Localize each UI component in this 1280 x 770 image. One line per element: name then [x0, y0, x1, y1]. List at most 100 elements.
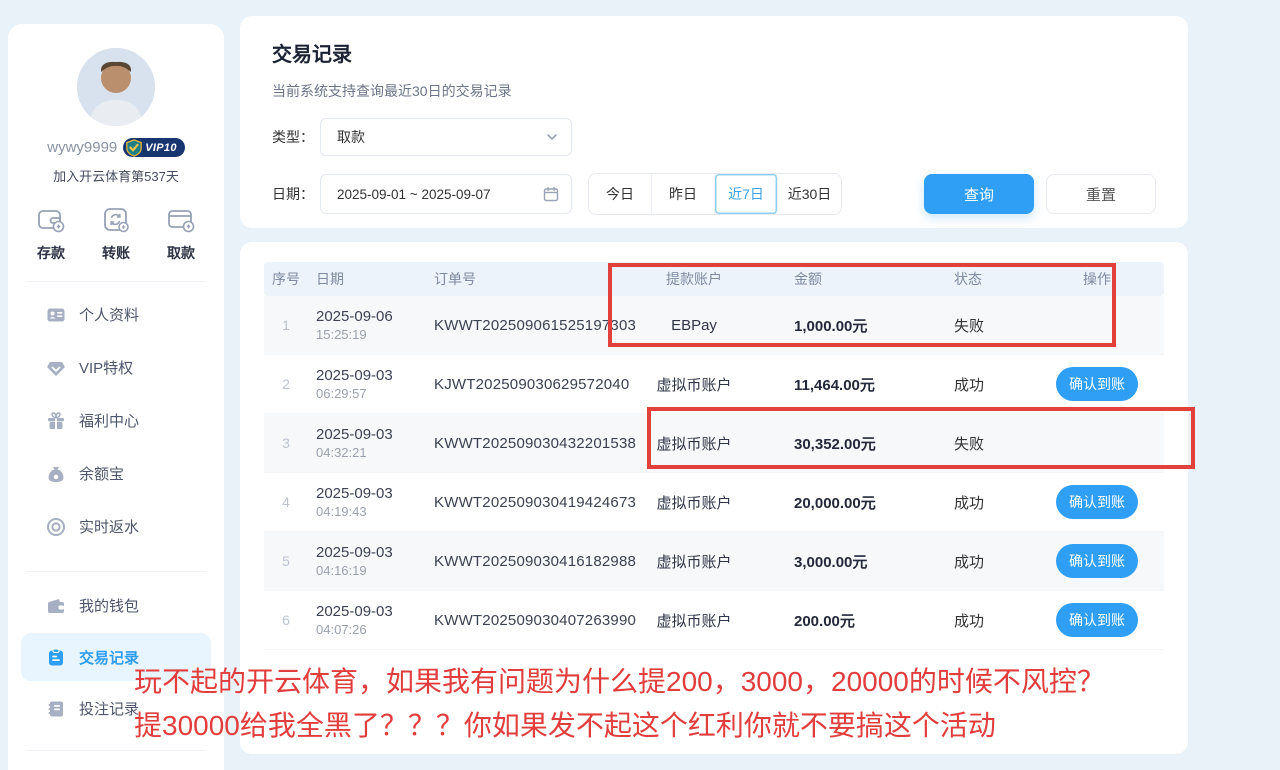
row-status: 成功: [938, 551, 1030, 572]
bet-record-icon: [46, 699, 66, 719]
sidebar-item-transactions[interactable]: 交易记录: [21, 633, 211, 681]
sidebar-item-label: 个人资料: [79, 304, 139, 325]
sidebar-item-label: VIP特权: [79, 357, 133, 378]
col-header-account: 提款账户: [610, 269, 778, 289]
transfer-label: 转账: [102, 243, 130, 263]
row-time-value: 04:19:43: [316, 504, 426, 519]
chevron-down-icon: [545, 130, 559, 144]
row-date-value: 2025-09-03: [316, 544, 426, 561]
row-order-number: KWWT202509030419424673: [426, 494, 610, 511]
search-button[interactable]: 查询: [924, 174, 1034, 214]
row-action: 确认到账: [1030, 603, 1164, 637]
row-status: 成功: [938, 374, 1030, 395]
sidebar-item-rebate[interactable]: 实时返水: [8, 500, 224, 553]
row-order-number: KWWT202509061525197303: [426, 317, 610, 334]
row-index: 2: [264, 376, 308, 392]
date-label: 日期：: [272, 184, 320, 204]
date-range-value: 2025-09-01 ~ 2025-09-07: [337, 187, 543, 202]
table-row: 6 2025-09-03 04:07:26 KWWT20250903040726…: [264, 591, 1164, 650]
page-title: 交易记录: [272, 38, 1156, 67]
sidebar-divider: [26, 571, 206, 572]
row-date: 2025-09-03 04:32:21: [308, 426, 426, 460]
type-select-value: 取款: [337, 127, 545, 147]
deposit-icon: [36, 205, 66, 235]
row-date-value: 2025-09-03: [316, 367, 426, 384]
date-range-input[interactable]: 2025-09-01 ~ 2025-09-07: [320, 174, 572, 214]
confirm-arrival-button[interactable]: 确认到账: [1056, 485, 1138, 519]
vip-badge: VIP10: [123, 138, 184, 157]
sidebar-item-yuebao[interactable]: 余额宝: [8, 447, 224, 500]
sidebar-menu-secondary: 我的钱包 交易记录 投注记录: [8, 578, 224, 736]
row-action: 确认到账: [1030, 544, 1164, 578]
table-row: 1 2025-09-06 15:25:19 KWWT20250906152519…: [264, 296, 1164, 355]
avatar[interactable]: [77, 48, 155, 126]
row-time-value: 04:16:19: [316, 563, 426, 578]
row-order-number: KWWT202509030432201538: [426, 435, 610, 452]
type-select[interactable]: 取款: [320, 118, 572, 156]
range-7days-button[interactable]: 近7日: [715, 174, 778, 214]
calendar-icon[interactable]: [543, 186, 559, 202]
table-row: 3 2025-09-03 04:32:21 KWWT20250903043220…: [264, 414, 1164, 473]
sidebar-item-label: 福利中心: [79, 410, 139, 431]
row-status: 成功: [938, 492, 1030, 513]
transactions-table-panel: 序号 日期 订单号 提款账户 金额 状态 操作 1 2025-09-06 15:…: [240, 242, 1188, 754]
sidebar-item-label: 实时返水: [79, 516, 139, 537]
table-row: 5 2025-09-03 04:16:19 KWWT20250903041618…: [264, 532, 1164, 591]
row-amount: 11,464.00元: [778, 374, 938, 395]
col-header-order: 订单号: [426, 269, 610, 289]
row-date: 2025-09-03 06:29:57: [308, 367, 426, 401]
row-status: 失败: [938, 315, 1030, 336]
row-date-value: 2025-09-06: [316, 308, 426, 325]
row-order-number: KWWT202509030416182988: [426, 553, 610, 570]
date-filter-row: 日期： 2025-09-01 ~ 2025-09-07 今日 昨日 近7日 近3…: [272, 173, 1156, 215]
row-status: 成功: [938, 610, 1030, 631]
col-header-no: 序号: [264, 269, 308, 289]
transfer-button[interactable]: 转账: [101, 205, 131, 263]
sidebar-divider: [26, 281, 206, 282]
wallet-icon: [46, 596, 66, 616]
sidebar-item-vip[interactable]: VIP特权: [8, 341, 224, 394]
row-account: 虚拟币账户: [610, 492, 778, 513]
row-date: 2025-09-03 04:19:43: [308, 485, 426, 519]
sidebar-item-profile[interactable]: 个人资料: [8, 288, 224, 341]
confirm-arrival-button[interactable]: 确认到账: [1056, 544, 1138, 578]
diamond-icon: [46, 358, 66, 378]
sidebar-item-label: 交易记录: [79, 647, 139, 668]
row-status: 失败: [938, 433, 1030, 454]
vip-level-label: VIP10: [145, 142, 176, 154]
range-today-button[interactable]: 今日: [589, 174, 652, 214]
rebate-icon: [46, 517, 66, 537]
sidebar: wywy9999 VIP10 加入开云体育第537天 存款: [8, 24, 224, 770]
sidebar-divider: [26, 750, 206, 751]
col-header-amount: 金额: [778, 269, 938, 289]
type-filter-row: 类型： 取款: [272, 118, 1156, 156]
row-index: 4: [264, 494, 308, 510]
confirm-arrival-button[interactable]: 确认到账: [1056, 603, 1138, 637]
avatar-image: [77, 48, 155, 126]
type-label: 类型：: [272, 127, 320, 147]
table-header-row: 序号 日期 订单号 提款账户 金额 状态 操作: [264, 262, 1164, 296]
withdraw-button[interactable]: 取款: [166, 205, 196, 263]
sidebar-item-wallet[interactable]: 我的钱包: [8, 578, 224, 633]
row-order-number: KWWT202509030407263990: [426, 612, 610, 629]
range-yesterday-button[interactable]: 昨日: [652, 174, 715, 214]
row-account: 虚拟币账户: [610, 551, 778, 572]
reset-button[interactable]: 重置: [1046, 174, 1156, 214]
sidebar-item-welfare[interactable]: 福利中心: [8, 394, 224, 447]
row-date-value: 2025-09-03: [316, 485, 426, 502]
row-date: 2025-09-03 04:16:19: [308, 544, 426, 578]
profile-card-icon: [46, 305, 66, 325]
row-index: 3: [264, 435, 308, 451]
range-30days-button[interactable]: 近30日: [778, 174, 841, 214]
withdraw-icon: [166, 205, 196, 235]
row-time-value: 06:29:57: [316, 386, 426, 401]
row-time-value: 15:25:19: [316, 327, 426, 342]
deposit-button[interactable]: 存款: [36, 205, 66, 263]
confirm-arrival-button[interactable]: 确认到账: [1056, 367, 1138, 401]
row-date: 2025-09-06 15:25:19: [308, 308, 426, 342]
row-action: 确认到账: [1030, 367, 1164, 401]
col-header-action: 操作: [1030, 269, 1164, 289]
row-amount: 30,352.00元: [778, 433, 938, 454]
vip-shield-icon: [125, 139, 143, 157]
sidebar-item-bets[interactable]: 投注记录: [8, 681, 224, 736]
